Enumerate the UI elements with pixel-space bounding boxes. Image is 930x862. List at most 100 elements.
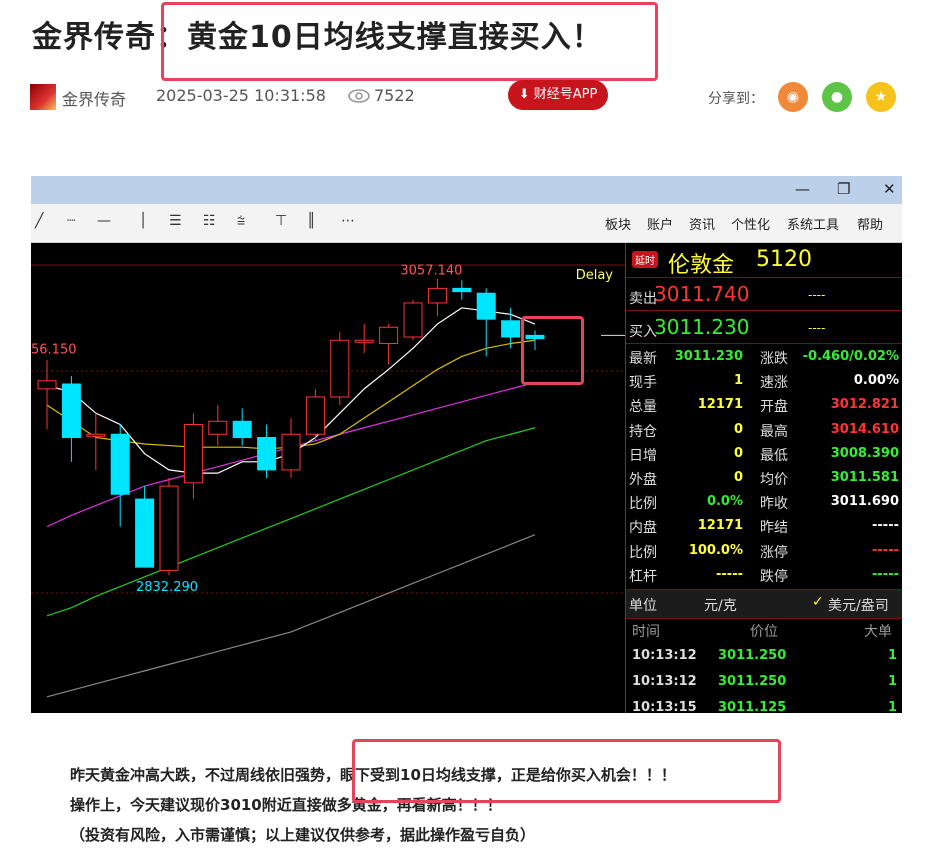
tick-price: 3011.250 xyxy=(718,648,787,663)
quote-stat-label: 昨结 xyxy=(760,520,788,537)
quote-stat-value: -0.460/0.02% xyxy=(802,349,899,364)
candle-body xyxy=(37,380,57,390)
ticks-header: 时间 价位 大单 xyxy=(626,621,902,643)
tick-time: 10:13:12 xyxy=(632,648,697,663)
menu-news[interactable]: 资讯 xyxy=(689,214,715,233)
quote-stat-label: 开盘 xyxy=(760,399,788,416)
author-avatar[interactable] xyxy=(30,84,56,110)
sell-price: 3011.740 xyxy=(654,282,750,306)
article-meta: 金界传奇 2025-03-25 10:31:58 7522 ⬇ 财经号APP 分… xyxy=(30,80,900,112)
tick-price: 3011.125 xyxy=(718,700,787,713)
menu-personalize[interactable]: 个性化 xyxy=(731,214,770,233)
candle-body xyxy=(159,485,179,571)
quote-stat-row: 比例 100.0% 涨停 ----- xyxy=(626,539,902,563)
quote-stat-label: 杠杆 xyxy=(629,568,657,585)
menu-system-tools[interactable]: 系统工具 xyxy=(787,214,839,233)
wechat-icon[interactable]: ● xyxy=(822,82,852,112)
download-icon: ⬇ xyxy=(518,87,530,102)
gann-tool-icon[interactable]: ⊤ xyxy=(275,213,287,229)
tick-time: 10:13:12 xyxy=(632,674,697,689)
view-count: 7522 xyxy=(374,86,415,105)
quote-stat-value: 0 xyxy=(733,445,743,461)
quote-stat-value: 0.00% xyxy=(853,373,899,389)
candle-body xyxy=(354,339,374,343)
menu-help[interactable]: 帮助 xyxy=(857,214,883,233)
quote-stat-label: 均价 xyxy=(760,472,788,488)
quote-stat-value: 3014.610 xyxy=(830,421,899,437)
menu-sector[interactable]: 板块 xyxy=(605,214,631,233)
tick-row: 10:13:15 3011.125 1 xyxy=(626,697,902,713)
dash-line-tool-icon[interactable]: ┈ xyxy=(67,213,75,229)
quote-stat-row: 外盘 0 均价 3011.581 xyxy=(626,466,902,490)
candle-body xyxy=(452,287,472,293)
finance-app-button[interactable]: ⬇ 财经号APP xyxy=(508,80,608,110)
high-price-label: 3057.140 xyxy=(400,264,462,279)
screenshot-highlight-box xyxy=(521,316,584,385)
quote-stat-value: 3012.821 xyxy=(830,397,899,413)
candle-body xyxy=(379,326,399,344)
quote-stat-row: 总量 12171 开盘 3012.821 xyxy=(626,393,902,417)
channel-tool-icon[interactable]: ☰ xyxy=(169,213,182,229)
vline-tool-icon[interactable]: │ xyxy=(139,213,147,229)
share-label: 分享到： xyxy=(708,91,764,107)
quote-stat-value: ----- xyxy=(872,518,899,534)
candle-body xyxy=(61,383,81,438)
minimize-icon[interactable]: — xyxy=(795,180,810,198)
tick-row: 10:13:12 3011.250 1 xyxy=(626,645,902,669)
candle-body xyxy=(86,433,106,437)
instrument-code: 5120 xyxy=(756,247,812,272)
candle-body xyxy=(110,433,130,495)
quote-stat-row: 现手 1 速涨 0.00% xyxy=(626,369,902,393)
quote-stat-value: 12171 xyxy=(697,518,743,534)
finance-app-label: 财经号APP xyxy=(533,87,598,102)
more-tools-icon[interactable]: ⋯ xyxy=(341,213,355,229)
quote-stat-value: 3008.390 xyxy=(830,445,899,461)
quote-stat-label: 总量 xyxy=(629,399,657,416)
tick-price: 3011.250 xyxy=(718,674,787,689)
quote-stat-label: 比例 xyxy=(629,544,657,561)
restore-icon[interactable]: ❐ xyxy=(837,180,850,198)
quote-stat-value: 0 xyxy=(733,470,743,485)
fib-tool-icon[interactable]: ⩭ xyxy=(237,213,245,229)
quote-stat-row: 内盘 12171 昨结 ----- xyxy=(626,514,902,538)
low-price-label: 2832.290 xyxy=(136,580,198,595)
candle-body xyxy=(476,292,496,320)
favorite-icon[interactable]: ★ xyxy=(866,82,896,112)
quote-stat-label: 最新 xyxy=(629,351,657,367)
quote-header: 延时 伦敦金 5120 xyxy=(626,243,902,278)
quote-stat-row: 比例 0.0% 昨收 3011.690 xyxy=(626,490,902,514)
bars-tool-icon[interactable]: ║ xyxy=(307,213,315,229)
delay-label: Delay xyxy=(576,268,614,283)
author-name[interactable]: 金界传奇 xyxy=(62,86,126,110)
quote-panel: 延时 伦敦金 5120 卖出 3011.740 ---- 买入 3011.230… xyxy=(625,243,902,713)
close-icon[interactable]: ✕ xyxy=(883,180,896,198)
unit-value[interactable]: 元/克 xyxy=(704,595,737,615)
ma-gray-line xyxy=(46,534,536,698)
buy-extra: ---- xyxy=(808,321,826,335)
quote-stat-label: 涨停 xyxy=(760,544,788,561)
hline-tool-icon[interactable]: — xyxy=(97,213,111,229)
title-highlight-box xyxy=(161,2,658,81)
ticks-header-price: 价位 xyxy=(750,624,778,640)
publish-date: 2025-03-25 10:31:58 xyxy=(156,86,326,105)
candlestick-chart[interactable]: 3057.140 2832.290 56.150 Delay xyxy=(31,243,625,713)
candle-body xyxy=(403,302,423,338)
parallel-tool-icon[interactable]: ☷ xyxy=(203,213,216,229)
quote-stat-label: 外盘 xyxy=(629,472,657,488)
quote-stat-label: 最高 xyxy=(760,423,788,440)
menu-account[interactable]: 账户 xyxy=(647,214,673,233)
weibo-icon[interactable]: ◉ xyxy=(778,82,808,112)
eye-icon xyxy=(348,89,370,103)
quote-stat-value: 3011.230 xyxy=(674,349,743,364)
currency-toggle[interactable]: 美元/盎司 xyxy=(828,595,889,615)
paragraph-highlight-box xyxy=(352,739,781,803)
buy-row: 买入 3011.230 ---- xyxy=(626,311,902,344)
quote-stat-label: 持仓 xyxy=(629,423,657,440)
quote-stat-value: 3011.690 xyxy=(830,494,899,510)
quote-stat-value: ----- xyxy=(872,542,899,558)
quote-stat-label: 速涨 xyxy=(760,375,788,392)
line-tool-icon[interactable]: ╱ xyxy=(35,213,43,229)
drawing-toolbar: ╱ ┈ — │ ☰ ☷ ⩭ ⊤ ║ ⋯ 板块 账户 资讯 个性化 系统工具 帮助 xyxy=(31,204,902,243)
quote-stat-value: 3011.581 xyxy=(830,470,899,485)
buy-price: 3011.230 xyxy=(654,315,750,339)
